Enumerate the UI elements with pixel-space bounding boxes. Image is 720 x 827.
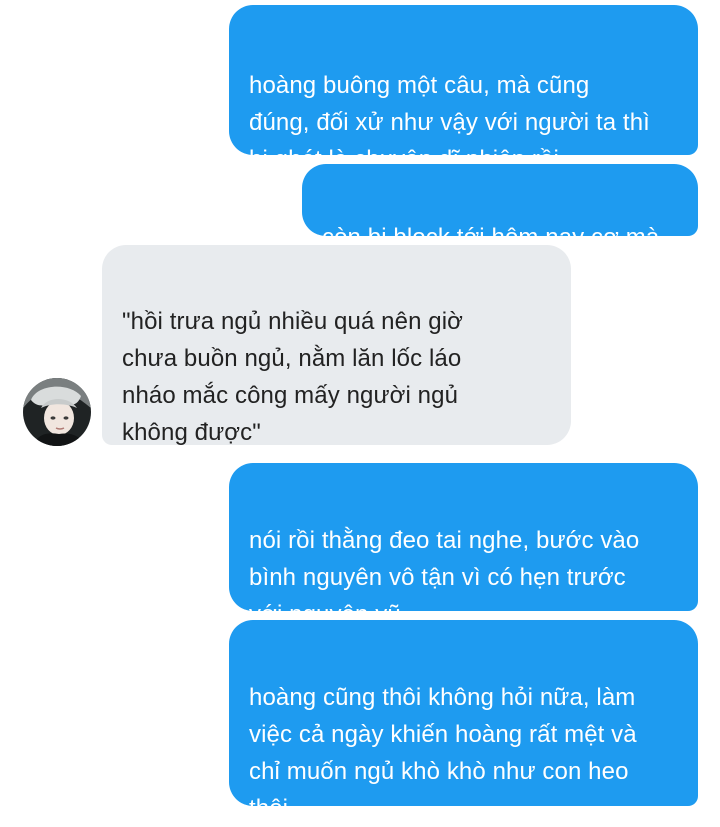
message-bubble-outgoing[interactable]: hoàng cũng thôi không hỏi nữa, làm việc … [229,620,698,822]
message-bubble-outgoing[interactable]: còn bị block tới hôm nay cơ mà [302,164,698,251]
user-avatar-photo-icon [23,378,91,446]
message-text: hoàng cũng thôi không hỏi nữa, làm việc … [249,684,637,822]
message-text: nói rồi thằng đeo tai nghe, bước vào bìn… [249,527,640,628]
sender-avatar[interactable] [23,378,91,446]
message-text: hoàng buông một câu, mà cũng đúng, đối x… [249,72,650,173]
message-bubble-incoming[interactable]: "hồi trưa ngủ nhiều quá nên giờ chưa buồ… [102,245,571,446]
message-bubble-outgoing[interactable]: nói rồi thằng đeo tai nghe, bước vào bìn… [229,463,698,628]
message-text: "hồi trưa ngủ nhiều quá nên giờ chưa buồ… [122,308,463,446]
message-bubble-outgoing[interactable]: hoàng buông một câu, mà cũng đúng, đối x… [229,5,698,173]
